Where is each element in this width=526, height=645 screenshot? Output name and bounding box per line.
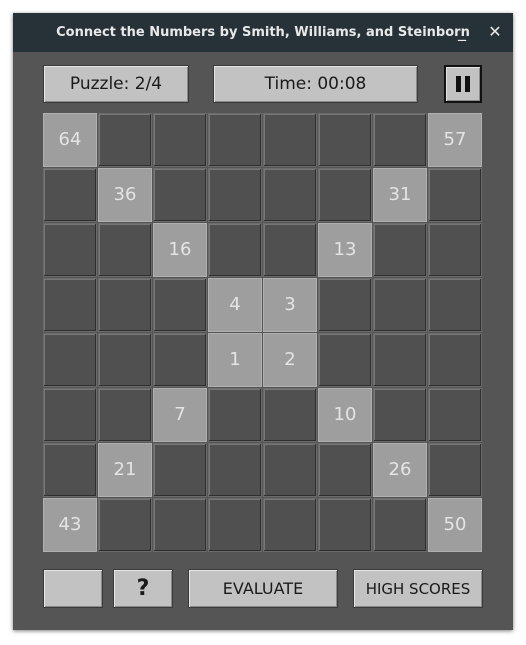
empty-cell[interactable] [43, 223, 97, 277]
empty-cell[interactable] [428, 168, 482, 222]
empty-cell[interactable] [263, 168, 317, 222]
empty-cell[interactable] [373, 113, 427, 167]
empty-cell[interactable] [263, 498, 317, 552]
high-scores-button[interactable]: HIGH SCORES [353, 569, 483, 608]
empty-cell[interactable] [428, 443, 482, 497]
empty-cell[interactable] [208, 223, 262, 277]
empty-cell[interactable] [43, 278, 97, 332]
given-number-cell[interactable]: 21 [98, 443, 152, 497]
empty-cell[interactable] [428, 333, 482, 387]
empty-cell[interactable] [153, 113, 207, 167]
empty-cell[interactable] [428, 388, 482, 442]
empty-cell[interactable] [43, 333, 97, 387]
given-number-cell[interactable]: 26 [373, 443, 427, 497]
empty-cell[interactable] [208, 443, 262, 497]
empty-cell[interactable] [428, 278, 482, 332]
empty-cell[interactable] [373, 223, 427, 277]
empty-cell[interactable] [153, 498, 207, 552]
empty-cell[interactable] [98, 333, 152, 387]
given-number-cell[interactable]: 4 [208, 278, 262, 332]
empty-cell[interactable] [208, 388, 262, 442]
minimize-button[interactable]: _ [451, 21, 473, 43]
empty-cell[interactable] [208, 113, 262, 167]
empty-cell[interactable] [153, 333, 207, 387]
blank-button[interactable] [43, 569, 103, 608]
given-number-cell[interactable]: 2 [263, 333, 317, 387]
given-number-cell[interactable]: 31 [373, 168, 427, 222]
empty-cell[interactable] [373, 333, 427, 387]
given-number-cell[interactable]: 43 [43, 498, 97, 552]
empty-cell[interactable] [373, 388, 427, 442]
pause-icon [456, 76, 470, 92]
given-number-cell[interactable]: 3 [263, 278, 317, 332]
evaluate-button[interactable]: EVALUATE [188, 569, 338, 608]
pause-button[interactable] [444, 65, 482, 103]
given-number-cell[interactable]: 10 [318, 388, 372, 442]
given-number-cell[interactable]: 36 [98, 168, 152, 222]
given-number-cell[interactable]: 64 [43, 113, 97, 167]
empty-cell[interactable] [153, 168, 207, 222]
close-button[interactable]: ✕ [484, 21, 506, 43]
empty-cell[interactable] [98, 113, 152, 167]
empty-cell[interactable] [98, 223, 152, 277]
given-number-cell[interactable]: 7 [153, 388, 207, 442]
empty-cell[interactable] [318, 443, 372, 497]
given-number-cell[interactable]: 50 [428, 498, 482, 552]
empty-cell[interactable] [428, 223, 482, 277]
empty-cell[interactable] [263, 113, 317, 167]
empty-cell[interactable] [208, 498, 262, 552]
window-title: Connect the Numbers by Smith, Williams, … [56, 25, 470, 40]
empty-cell[interactable] [373, 498, 427, 552]
timer-display: Time: 00:08 [213, 65, 418, 103]
puzzle-grid: 64 57 36 31 16 13 4 3 1 2 7 10 21 26 43 50 [43, 113, 483, 553]
empty-cell[interactable] [153, 443, 207, 497]
empty-cell[interactable] [208, 168, 262, 222]
given-number-cell[interactable]: 57 [428, 113, 482, 167]
empty-cell[interactable] [98, 388, 152, 442]
hint-button[interactable]: ? [113, 569, 173, 608]
empty-cell[interactable] [98, 498, 152, 552]
empty-cell[interactable] [318, 498, 372, 552]
empty-cell[interactable] [318, 333, 372, 387]
empty-cell[interactable] [43, 443, 97, 497]
empty-cell[interactable] [98, 278, 152, 332]
given-number-cell[interactable]: 16 [153, 223, 207, 277]
game-window: Connect the Numbers by Smith, Williams, … [13, 13, 513, 630]
empty-cell[interactable] [43, 168, 97, 222]
puzzle-indicator-button[interactable]: Puzzle: 2/4 [43, 65, 189, 103]
empty-cell[interactable] [318, 113, 372, 167]
empty-cell[interactable] [43, 388, 97, 442]
given-number-cell[interactable]: 1 [208, 333, 262, 387]
empty-cell[interactable] [373, 278, 427, 332]
empty-cell[interactable] [263, 443, 317, 497]
empty-cell[interactable] [318, 278, 372, 332]
empty-cell[interactable] [263, 223, 317, 277]
empty-cell[interactable] [263, 388, 317, 442]
empty-cell[interactable] [318, 168, 372, 222]
empty-cell[interactable] [153, 278, 207, 332]
title-bar[interactable]: Connect the Numbers by Smith, Williams, … [13, 13, 513, 52]
given-number-cell[interactable]: 13 [318, 223, 372, 277]
